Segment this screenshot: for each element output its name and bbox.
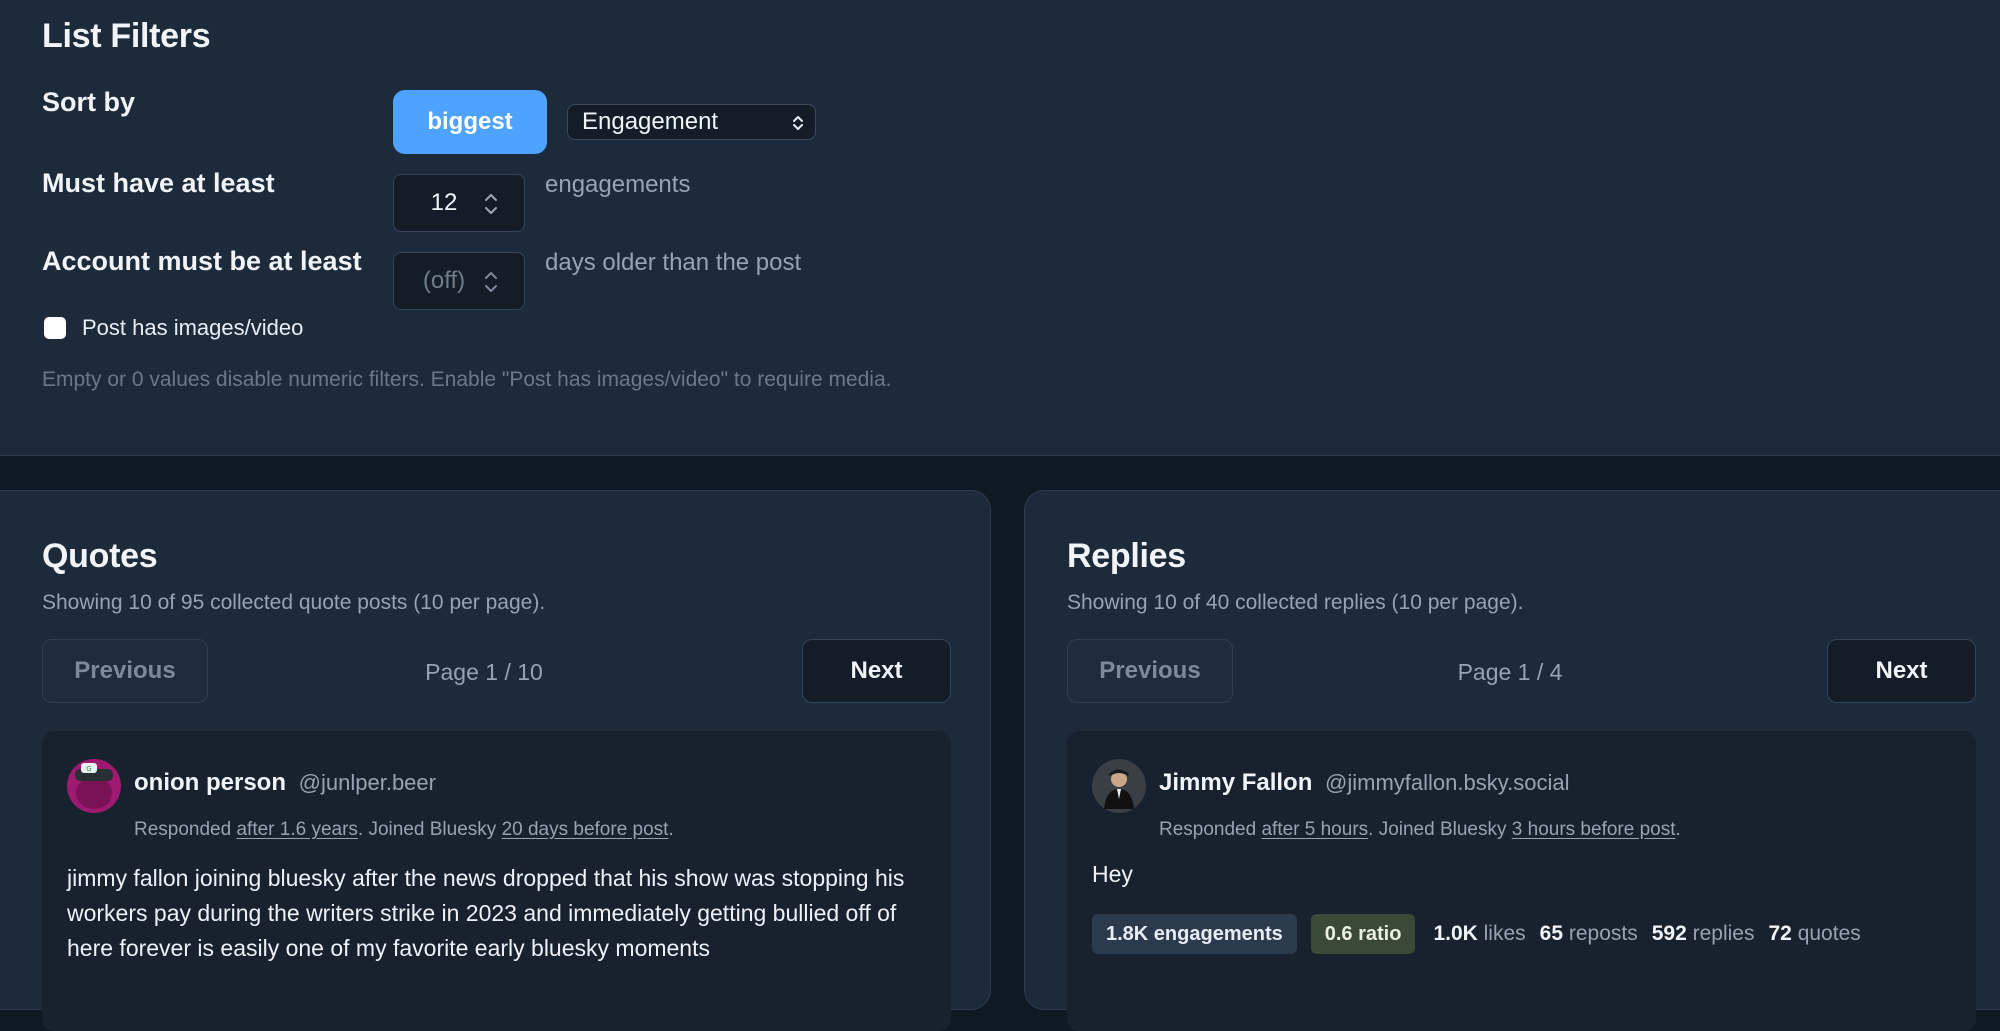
responded-prefix: Responded xyxy=(134,819,237,840)
joined-prefix: . Joined Bluesky xyxy=(357,819,502,840)
post-stats: 1.8K engagements 0.6 ratio 1.0K likes 65… xyxy=(1092,914,1861,954)
post-meta: Responded after 5 hours. Joined Bluesky … xyxy=(1159,819,1681,841)
post-author: onion person @junlper.beer xyxy=(134,769,436,797)
ratio-badge: 0.6 ratio xyxy=(1310,914,1416,954)
filters-hint: Empty or 0 values disable numeric filter… xyxy=(42,368,892,391)
engagements-badge: 1.8K engagements xyxy=(1092,914,1297,954)
replies-summary: Showing 10 of 40 collected replies (10 p… xyxy=(1067,591,1524,614)
author-handle[interactable]: @junlper.beer xyxy=(299,770,436,795)
quotes-page-indicator: Page 1 / 10 xyxy=(425,659,543,685)
account-age-unit: days older than the post xyxy=(545,249,802,276)
sort-field-value: Engagement xyxy=(582,108,719,135)
reposts-label: reposts xyxy=(1568,922,1638,945)
reply-post-card[interactable]: Jimmy Fallon @jimmyfallon.bsky.social Re… xyxy=(1067,731,1976,1031)
post-text: jimmy fallon joining bluesky after the n… xyxy=(67,865,905,961)
replies-next-button[interactable]: Next xyxy=(1827,639,1976,703)
reposts-stat: 65 reposts xyxy=(1540,922,1638,946)
replies-page-indicator: Page 1 / 4 xyxy=(1457,659,1563,685)
joined-link[interactable]: 3 hours before post xyxy=(1512,819,1676,840)
min-engagement-value: 12 xyxy=(430,189,458,216)
min-engagement-stepper[interactable]: 12 xyxy=(393,174,525,232)
stepper-chevron-icon[interactable] xyxy=(484,270,498,294)
quotes-title: Quotes xyxy=(42,537,158,575)
quotes-stat: 72 quotes xyxy=(1769,922,1861,946)
avatar[interactable] xyxy=(1092,759,1146,813)
onion-avatar-icon: G xyxy=(67,759,121,813)
svg-text:G: G xyxy=(86,765,91,773)
likes-value: 1.0K xyxy=(1433,922,1478,945)
likes-stat: 1.0K likes xyxy=(1433,922,1525,946)
quotes-panel: Quotes Showing 10 of 95 collected quote … xyxy=(0,490,991,1031)
account-age-placeholder: (off) xyxy=(422,267,466,294)
quotes-value: 72 xyxy=(1768,922,1792,945)
min-engagement-label: Must have at least xyxy=(42,168,275,198)
author-display-name[interactable]: onion person xyxy=(134,769,286,796)
post-author: Jimmy Fallon @jimmyfallon.bsky.social xyxy=(1159,769,1569,797)
media-checkbox-label[interactable]: Post has images/video xyxy=(82,315,303,341)
author-handle[interactable]: @jimmyfallon.bsky.social xyxy=(1325,770,1569,795)
sort-field-select[interactable]: Engagement xyxy=(567,104,816,140)
media-checkbox[interactable] xyxy=(44,317,66,339)
likes-label: likes xyxy=(1483,922,1526,945)
quotes-previous-button[interactable]: Previous xyxy=(42,639,208,703)
list-filters-panel: List Filters Sort by biggest Engagement … xyxy=(0,0,2000,456)
joined-prefix: . Joined Bluesky xyxy=(1368,819,1512,840)
responded-link[interactable]: after 1.6 years xyxy=(236,819,357,840)
account-age-stepper[interactable]: (off) xyxy=(393,252,525,310)
responded-prefix: Responded xyxy=(1159,819,1262,840)
updown-chevron-icon xyxy=(793,116,803,130)
min-engagement-unit: engagements xyxy=(545,171,691,198)
replies-previous-button[interactable]: Previous xyxy=(1067,639,1233,703)
stepper-chevron-icon[interactable] xyxy=(484,192,498,216)
reposts-value: 65 xyxy=(1539,922,1564,945)
replies-stat: 592 replies xyxy=(1652,922,1755,946)
filters-title: List Filters xyxy=(42,17,211,55)
replies-value: 592 xyxy=(1651,922,1687,945)
replies-panel: Replies Showing 10 of 40 collected repli… xyxy=(1024,490,2000,1031)
joined-suffix: . xyxy=(668,819,674,840)
quotes-next-button[interactable]: Next xyxy=(802,639,951,703)
replies-label: replies xyxy=(1692,922,1755,945)
avatar[interactable]: G xyxy=(67,759,121,813)
responded-link[interactable]: after 5 hours xyxy=(1261,819,1368,840)
post-meta: Responded after 1.6 years. Joined Bluesk… xyxy=(134,819,674,841)
person-avatar-icon xyxy=(1092,759,1146,813)
author-display-name[interactable]: Jimmy Fallon xyxy=(1159,769,1312,796)
sort-by-label: Sort by xyxy=(42,87,136,117)
post-text: Hey xyxy=(1092,861,1133,887)
joined-suffix: . xyxy=(1675,819,1681,840)
quote-post-card[interactable]: G onion person @junlper.beer Responded a… xyxy=(42,731,951,1031)
sort-direction-button[interactable]: biggest xyxy=(393,90,547,154)
quotes-summary: Showing 10 of 95 collected quote posts (… xyxy=(42,591,546,614)
replies-title: Replies xyxy=(1067,537,1186,575)
joined-link[interactable]: 20 days before post xyxy=(502,819,669,840)
quotes-label: quotes xyxy=(1797,922,1861,945)
account-age-label: Account must be at least xyxy=(42,246,362,276)
